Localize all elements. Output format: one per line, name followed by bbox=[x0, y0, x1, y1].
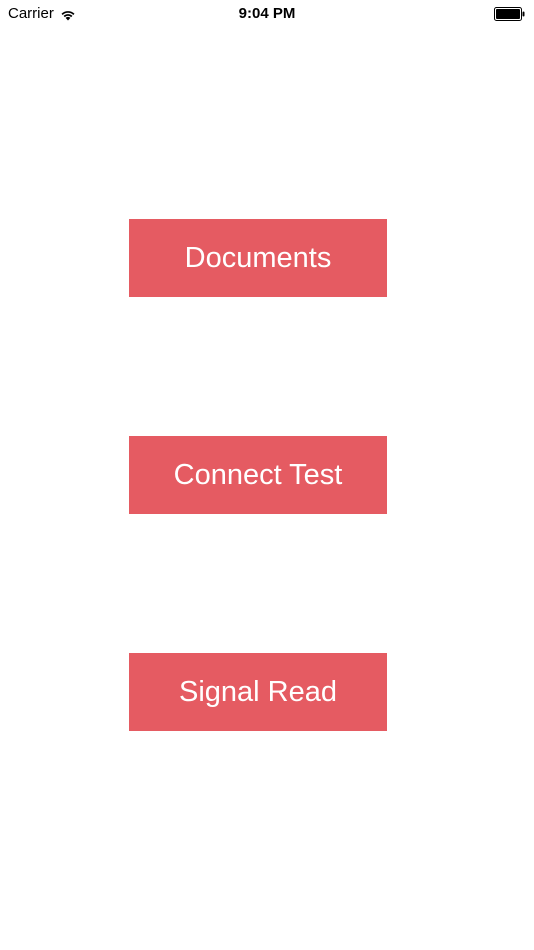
documents-button[interactable]: Documents bbox=[129, 219, 387, 297]
status-time: 9:04 PM bbox=[238, 5, 296, 22]
status-bar: Carrier 9:04 PM bbox=[0, 0, 534, 28]
signal-read-button[interactable]: Signal Read bbox=[129, 653, 387, 731]
connect-test-button[interactable]: Connect Test bbox=[129, 436, 387, 514]
battery-icon bbox=[494, 7, 526, 21]
